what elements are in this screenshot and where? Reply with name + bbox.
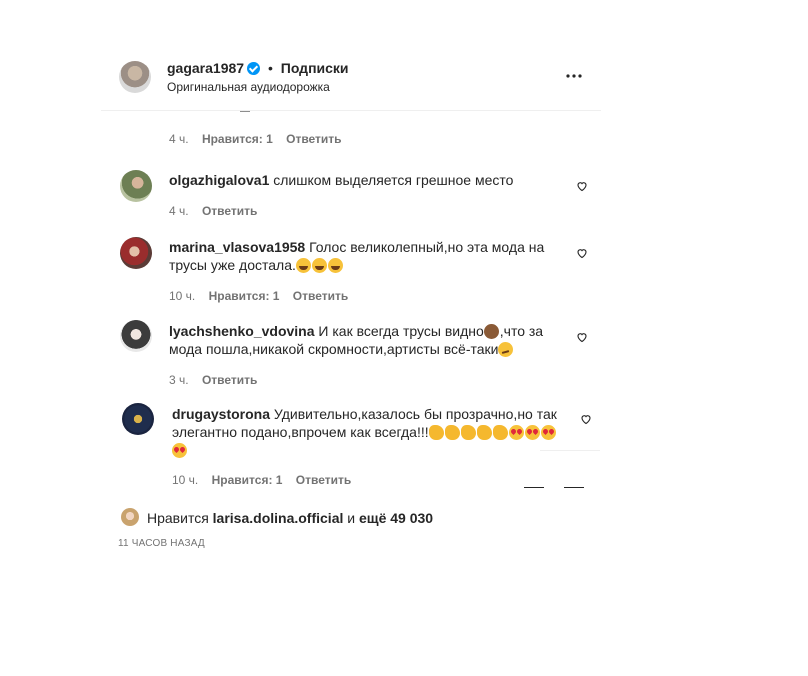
commenter-username[interactable]: marina_vlasova1958 bbox=[169, 239, 305, 255]
clapping-hands-emoji-icon bbox=[444, 425, 460, 440]
clapping-hands-emoji-icon bbox=[428, 425, 444, 440]
likes-and: и bbox=[347, 510, 356, 526]
comment-time: 4 ч. bbox=[169, 132, 189, 146]
like-heart-icon[interactable] bbox=[576, 246, 588, 259]
comment-meta-partial: 4 ч. Нравится: 1 Ответить bbox=[169, 132, 352, 146]
heart-eyes-emoji-icon bbox=[524, 425, 540, 440]
liker-username[interactable]: larisa.dolina.official bbox=[213, 510, 344, 526]
clapping-hands-emoji-icon bbox=[476, 425, 492, 440]
more-options-icon[interactable] bbox=[565, 67, 583, 85]
comment-likes[interactable]: Нравится: 1 bbox=[212, 473, 283, 487]
commenter-avatar[interactable] bbox=[120, 320, 152, 352]
scroll-indicator bbox=[564, 487, 584, 488]
commenter-avatar[interactable] bbox=[122, 403, 154, 435]
commenter-username[interactable]: olgazhigalova1 bbox=[169, 172, 269, 188]
see-no-evil-monkey-emoji-icon bbox=[483, 324, 499, 339]
heart-eyes-emoji-icon bbox=[172, 443, 187, 458]
like-heart-icon[interactable] bbox=[576, 179, 588, 192]
comment-body: olgazhigalova1 слишком выделяется грешно… bbox=[169, 171, 569, 189]
following-button[interactable]: Подписки bbox=[281, 60, 349, 76]
comment-meta: 10 ч. Нравится: 1 Ответить bbox=[172, 473, 361, 487]
smirk-emoji-icon bbox=[498, 342, 514, 357]
clapping-hands-emoji-icon bbox=[492, 425, 508, 440]
reply-button[interactable]: Ответить bbox=[296, 473, 351, 487]
like-heart-icon[interactable] bbox=[576, 330, 588, 343]
comment-time: 10 ч. bbox=[172, 473, 199, 487]
comment-body: lyachshenko_vdovina И как всегда трусы в… bbox=[169, 322, 559, 358]
commenter-username[interactable]: drugaystorona bbox=[172, 406, 270, 422]
comment-body: marina_vlasova1958 Голос великолепный,но… bbox=[169, 238, 559, 274]
comment-meta: 4 ч. Ответить bbox=[169, 204, 267, 218]
comment-likes[interactable]: Нравится: 1 bbox=[202, 132, 273, 146]
comment-text: слишком выделяется грешное место bbox=[273, 172, 514, 188]
commenter-avatar[interactable] bbox=[120, 237, 152, 269]
post-timestamp[interactable]: 11 ЧАСОВ НАЗАД bbox=[118, 538, 205, 549]
comment-time: 10 ч. bbox=[169, 289, 196, 303]
heart-eyes-emoji-icon bbox=[540, 425, 556, 440]
laughing-tears-emoji-icon bbox=[295, 258, 311, 273]
commenter-username[interactable]: lyachshenko_vdovina bbox=[169, 323, 315, 339]
likes-summary: Нравится larisa.dolina.official и ещё 49… bbox=[147, 510, 433, 526]
cut-off-text bbox=[240, 111, 250, 116]
author-username[interactable]: gagara1987 bbox=[167, 60, 244, 76]
reply-button[interactable]: Ответить bbox=[202, 204, 257, 218]
comment-meta: 10 ч. Нравится: 1 Ответить bbox=[169, 289, 358, 303]
like-heart-icon[interactable] bbox=[580, 412, 592, 425]
clapping-hands-emoji-icon bbox=[460, 425, 476, 440]
comment-body: drugaystorona Удивительно,казалось бы пр… bbox=[172, 405, 562, 459]
liker-avatar[interactable] bbox=[121, 508, 139, 526]
commenter-avatar[interactable] bbox=[120, 170, 152, 202]
comment-meta: 3 ч. Ответить bbox=[169, 373, 267, 387]
section-divider bbox=[540, 450, 600, 451]
author-avatar[interactable] bbox=[119, 61, 151, 93]
comment-time: 3 ч. bbox=[169, 373, 189, 387]
reply-button[interactable]: Ответить bbox=[286, 132, 341, 146]
comment-text: И как всегда трусы видно bbox=[318, 323, 484, 339]
scroll-indicator bbox=[524, 487, 544, 488]
likes-prefix: Нравится bbox=[147, 510, 209, 526]
audio-track-link[interactable]: Оригинальная аудиодорожка bbox=[167, 80, 330, 94]
comment-time: 4 ч. bbox=[169, 204, 189, 218]
reply-button[interactable]: Ответить bbox=[202, 373, 257, 387]
laughing-tears-emoji-icon bbox=[311, 258, 327, 273]
comment-likes[interactable]: Нравится: 1 bbox=[209, 289, 280, 303]
laughing-tears-emoji-icon bbox=[327, 258, 343, 273]
header-title-row: gagara1987 • Подписки bbox=[167, 60, 349, 76]
separator-dot: • bbox=[267, 60, 273, 76]
heart-eyes-emoji-icon bbox=[508, 425, 524, 440]
likes-count[interactable]: ещё 49 030 bbox=[359, 510, 433, 526]
verified-badge-icon bbox=[247, 62, 261, 75]
header-divider bbox=[101, 110, 601, 111]
reply-button[interactable]: Ответить bbox=[293, 289, 348, 303]
